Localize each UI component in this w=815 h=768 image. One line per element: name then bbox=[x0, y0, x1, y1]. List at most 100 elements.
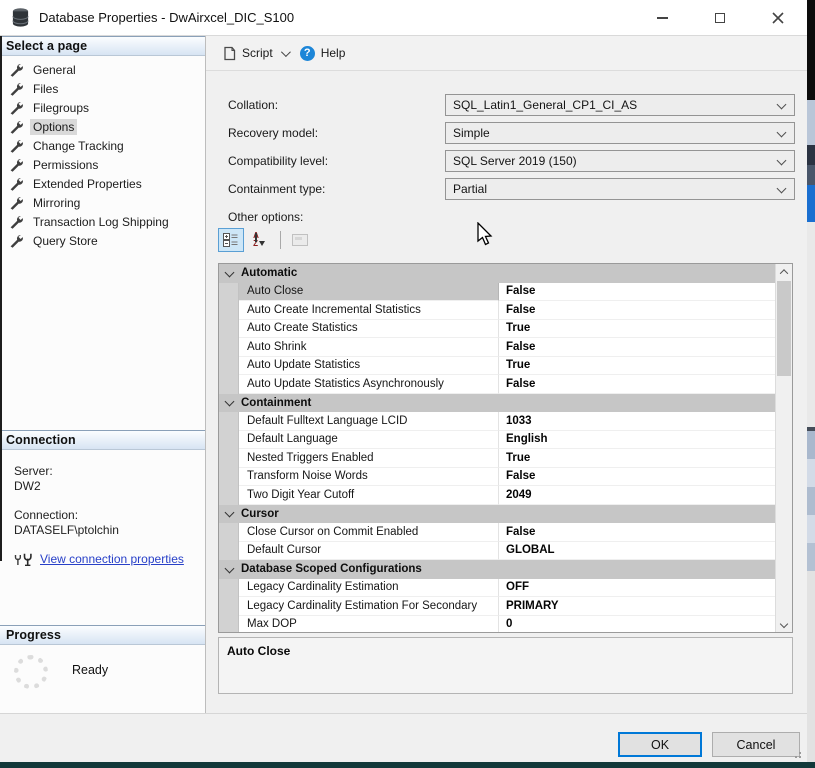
progress-header: Progress bbox=[0, 625, 205, 645]
script-button[interactable]: Script bbox=[216, 42, 294, 65]
wrench-icon bbox=[9, 120, 23, 134]
grid-row[interactable]: Default Cursor GLOBAL bbox=[219, 542, 775, 561]
select-a-page-header: Select a page bbox=[0, 36, 205, 56]
sidebar-item-transaction-log-shipping[interactable]: Transaction Log Shipping bbox=[0, 212, 205, 231]
wrench-icon bbox=[9, 158, 23, 172]
server-info: Server: DW2 bbox=[14, 464, 205, 494]
page-list: General Files Filegroups Options Change … bbox=[0, 56, 205, 250]
sidebar-item-change-tracking[interactable]: Change Tracking bbox=[0, 136, 205, 155]
grid-row-auto-close[interactable]: Auto Close False bbox=[219, 283, 775, 302]
background-window-sliver bbox=[807, 0, 815, 762]
window-edge bbox=[0, 36, 2, 561]
property-description-panel: Auto Close bbox=[218, 637, 793, 694]
sidebar-item-files[interactable]: Files bbox=[0, 79, 205, 98]
sidebar-item-permissions[interactable]: Permissions bbox=[0, 155, 205, 174]
script-label: Script bbox=[242, 46, 273, 60]
categorized-view-button[interactable] bbox=[218, 228, 244, 252]
scrollbar-thumb[interactable] bbox=[777, 281, 791, 376]
help-icon: ? bbox=[300, 46, 315, 61]
grid-row[interactable]: Nested Triggers Enabled True bbox=[219, 449, 775, 468]
titlebar: Database Properties - DwAirxcel_DIC_S100 bbox=[0, 0, 807, 36]
database-icon bbox=[12, 8, 29, 27]
sidebar-item-general[interactable]: General bbox=[0, 60, 205, 79]
wrench-icon bbox=[9, 63, 23, 77]
scroll-down-button[interactable] bbox=[776, 616, 792, 632]
categorized-icon bbox=[223, 233, 239, 247]
grid-scrollbar[interactable] bbox=[775, 264, 792, 632]
scroll-up-button[interactable] bbox=[776, 264, 792, 280]
sidebar-item-query-store[interactable]: Query Store bbox=[0, 231, 205, 250]
grid-row[interactable]: Auto Create Statistics True bbox=[219, 320, 775, 339]
category-cursor[interactable]: Cursor bbox=[219, 505, 775, 524]
wrench-icon bbox=[9, 177, 23, 191]
window-title: Database Properties - DwAirxcel_DIC_S100 bbox=[39, 10, 294, 25]
resize-grip[interactable] bbox=[793, 750, 801, 758]
connection-info: Connection: DATASELF\ptolchin bbox=[14, 508, 205, 538]
wrench-icon bbox=[9, 215, 23, 229]
compatibility-level-select[interactable]: SQL Server 2019 (150) bbox=[445, 150, 795, 172]
progress-spinner-icon bbox=[14, 655, 48, 689]
grid-row[interactable]: Legacy Cardinality Estimation OFF bbox=[219, 579, 775, 598]
minimize-button[interactable] bbox=[633, 0, 691, 36]
grid-row[interactable]: Close Cursor on Commit Enabled False bbox=[219, 523, 775, 542]
category-database-scoped-configurations[interactable]: Database Scoped Configurations bbox=[219, 560, 775, 579]
maximize-button[interactable] bbox=[691, 0, 749, 36]
az-sort-icon: AZ bbox=[253, 232, 265, 248]
sidebar-item-mirroring[interactable]: Mirroring bbox=[0, 193, 205, 212]
containment-type-row: Containment type: Partial bbox=[206, 178, 807, 200]
chevron-down-icon bbox=[777, 156, 787, 166]
collapse-icon bbox=[225, 267, 235, 277]
grid-row[interactable]: Default Fulltext Language LCID 1033 bbox=[219, 412, 775, 431]
view-connection-properties-link[interactable]: View connection properties bbox=[40, 552, 184, 567]
collation-row: Collation: SQL_Latin1_General_CP1_CI_AS bbox=[206, 94, 807, 116]
sidebar-item-extended-properties[interactable]: Extended Properties bbox=[0, 174, 205, 193]
property-pages-icon bbox=[292, 234, 308, 246]
dialog-toolbar: Script ? Help bbox=[206, 36, 807, 71]
connection-panel: Connection Server: DW2 Connection: DATAS… bbox=[0, 430, 205, 567]
taskbar-edge bbox=[0, 762, 815, 768]
grid-row[interactable]: Default Language English bbox=[219, 431, 775, 450]
connection-properties-icon bbox=[14, 553, 34, 566]
grid-row[interactable]: Auto Create Incremental Statistics False bbox=[219, 301, 775, 320]
cancel-button[interactable]: Cancel bbox=[712, 732, 800, 757]
server-label: Server: bbox=[14, 464, 205, 479]
collapse-icon bbox=[225, 563, 235, 573]
mouse-cursor bbox=[474, 222, 494, 248]
connection-header: Connection bbox=[0, 430, 205, 450]
compatibility-level-row: Compatibility level: SQL Server 2019 (15… bbox=[206, 150, 807, 172]
collapse-icon bbox=[225, 508, 235, 518]
wrench-icon bbox=[9, 82, 23, 96]
script-icon bbox=[222, 46, 236, 61]
chevron-down-icon bbox=[780, 620, 788, 628]
grid-row[interactable]: Max DOP 0 bbox=[219, 616, 775, 633]
category-automatic[interactable]: Automatic bbox=[219, 264, 775, 283]
help-label: Help bbox=[321, 46, 346, 60]
containment-type-label: Containment type: bbox=[228, 182, 325, 196]
recovery-model-select[interactable]: Simple bbox=[445, 122, 795, 144]
connection-value: DATASELF\ptolchin bbox=[14, 523, 205, 538]
category-containment[interactable]: Containment bbox=[219, 394, 775, 413]
wrench-icon bbox=[9, 101, 23, 115]
help-button[interactable]: ? Help bbox=[294, 42, 352, 65]
grid-row[interactable]: Auto Shrink False bbox=[219, 338, 775, 357]
grid-row[interactable]: Auto Update Statistics True bbox=[219, 357, 775, 376]
collation-select[interactable]: SQL_Latin1_General_CP1_CI_AS bbox=[445, 94, 795, 116]
dialog-footer: OK Cancel bbox=[0, 713, 807, 762]
connection-label: Connection: bbox=[14, 508, 205, 523]
close-button[interactable] bbox=[749, 0, 807, 36]
sidebar-item-options[interactable]: Options bbox=[0, 117, 205, 136]
collation-label: Collation: bbox=[228, 98, 278, 112]
grid-row[interactable]: Two Digit Year Cutoff 2049 bbox=[219, 486, 775, 505]
containment-type-select[interactable]: Partial bbox=[445, 178, 795, 200]
other-options-label: Other options: bbox=[228, 210, 303, 224]
sidebar-item-filegroups[interactable]: Filegroups bbox=[0, 98, 205, 117]
grid-row[interactable]: Legacy Cardinality Estimation For Second… bbox=[219, 597, 775, 616]
recovery-model-row: Recovery model: Simple bbox=[206, 122, 807, 144]
grid-row[interactable]: Transform Noise Words False bbox=[219, 468, 775, 487]
chevron-up-icon bbox=[780, 269, 788, 277]
wrench-icon bbox=[9, 139, 23, 153]
alphabetical-sort-button[interactable]: AZ bbox=[246, 228, 272, 252]
ok-button[interactable]: OK bbox=[618, 732, 702, 757]
database-properties-dialog: Database Properties - DwAirxcel_DIC_S100… bbox=[0, 0, 815, 768]
grid-row[interactable]: Auto Update Statistics Asynchronously Fa… bbox=[219, 375, 775, 394]
